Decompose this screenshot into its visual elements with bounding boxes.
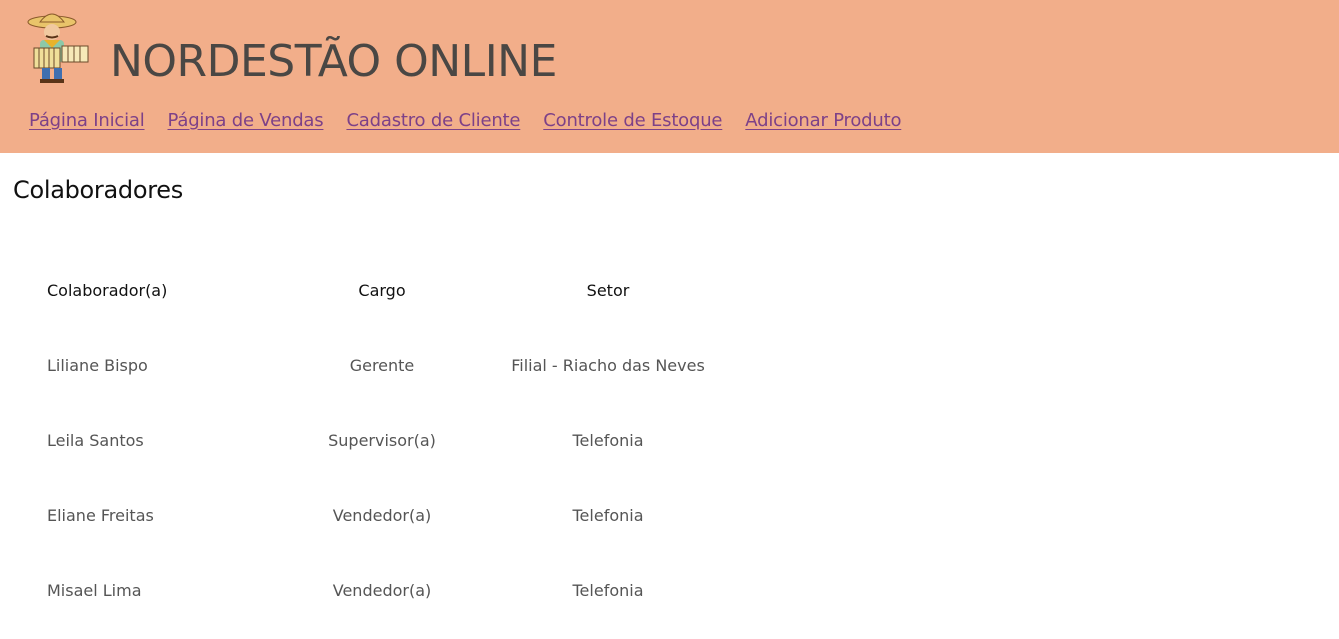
cell-colaborador: Leila Santos [47, 431, 144, 450]
site-header: NORDESTÃO ONLINE Página Inicial Página d… [0, 0, 1339, 153]
nav-link-pagina-de-vendas[interactable]: Página de Vendas [168, 110, 324, 131]
cell-colaborador: Misael Lima [47, 581, 142, 600]
cell-cargo: Vendedor(a) [332, 581, 432, 600]
table-row: Liliane Bispo Gerente Filial - Riacho da… [29, 328, 731, 403]
cell-cargo: Gerente [349, 356, 415, 375]
cell-cargo: Vendedor(a) [332, 506, 432, 525]
column-header-setor: Setor [586, 281, 630, 300]
nav-link-cadastro-de-cliente[interactable]: Cadastro de Cliente [346, 110, 520, 131]
nav-link-adicionar-produto[interactable]: Adicionar Produto [745, 110, 901, 131]
cell-cargo: Supervisor(a) [328, 431, 436, 450]
accordion-player-icon [27, 13, 89, 83]
column-header-cargo: Cargo [358, 281, 406, 300]
table-header-row: Colaborador(a) Cargo Setor [29, 253, 731, 328]
cell-setor: Telefonia [572, 431, 644, 450]
page-title: Colaboradores [13, 176, 183, 204]
main-nav: Página Inicial Página de Vendas Cadastro… [29, 110, 924, 131]
cell-colaborador: Liliane Bispo [47, 356, 148, 375]
cell-setor: Telefonia [572, 506, 644, 525]
cell-setor: Filial - Riacho das Neves [511, 356, 705, 375]
cell-colaborador: Eliane Freitas [47, 506, 154, 525]
nav-link-pagina-inicial[interactable]: Página Inicial [29, 110, 145, 131]
column-header-colaborador: Colaborador(a) [47, 281, 168, 300]
site-title: NORDESTÃO ONLINE [110, 36, 557, 87]
table-row: Eliane Freitas Vendedor(a) Telefonia [29, 478, 731, 553]
collaborators-table: Colaborador(a) Cargo Setor Liliane Bispo… [29, 253, 731, 628]
table-row: Misael Lima Vendedor(a) Telefonia [29, 553, 731, 628]
table-row: Leila Santos Supervisor(a) Telefonia [29, 403, 731, 478]
cell-setor: Telefonia [572, 581, 644, 600]
nav-link-controle-de-estoque[interactable]: Controle de Estoque [543, 110, 722, 131]
